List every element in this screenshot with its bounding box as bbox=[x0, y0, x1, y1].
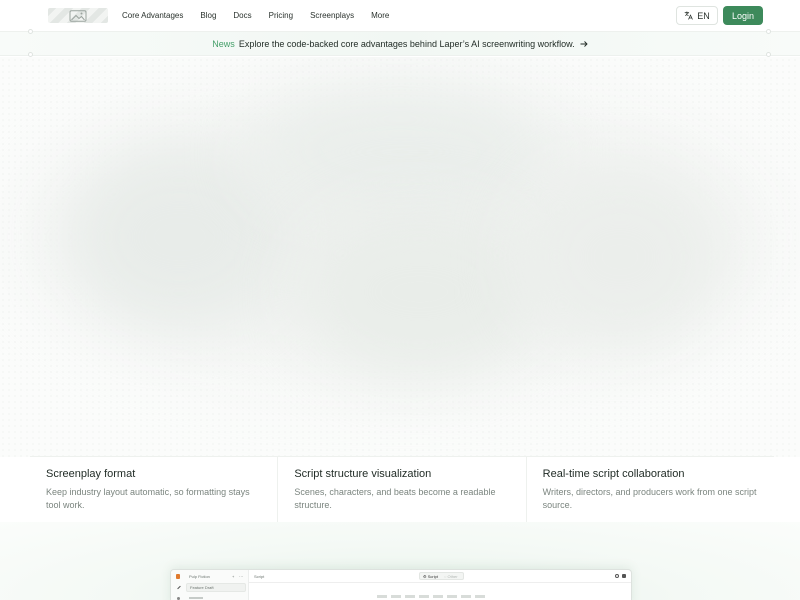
hero-blur-shape bbox=[250, 87, 550, 217]
login-button[interactable]: Login bbox=[723, 6, 763, 25]
feature-card: Screenplay format Keep industry layout a… bbox=[30, 457, 279, 522]
decorative-dot bbox=[28, 29, 33, 34]
feature-title: Screenplay format bbox=[46, 468, 136, 480]
feature-description: Scenes, characters, and beats become a r… bbox=[294, 487, 496, 510]
app-preview-section: Pulp Fiction + ⋯ Feature Draft Script ⚙ … bbox=[0, 522, 800, 600]
feature-description: Writers, directors, and producers work f… bbox=[542, 487, 757, 510]
settings-icon: ⚙ bbox=[423, 574, 427, 579]
feature-description: Keep industry layout automatic, so forma… bbox=[46, 487, 250, 510]
preview-sidebar: Pulp Fiction + ⋯ Feature Draft bbox=[171, 570, 249, 600]
sidebar-item-placeholder bbox=[189, 597, 203, 599]
app-logo-icon bbox=[176, 574, 180, 579]
app-preview-window: Pulp Fiction + ⋯ Feature Draft Script ⚙ … bbox=[170, 569, 632, 600]
feature-card: Real-time script collaboration Writers, … bbox=[527, 457, 774, 522]
decorative-dot bbox=[766, 29, 771, 34]
image-placeholder-icon bbox=[69, 9, 87, 22]
nav-link-screenplays[interactable]: Screenplays bbox=[310, 10, 354, 22]
feature-title: Script structure visualization bbox=[294, 468, 432, 480]
preview-tab-group: ⚙ Script ◌ Other bbox=[419, 572, 464, 580]
pen-icon bbox=[177, 585, 181, 590]
sidebar-item-label: Feature Draft bbox=[190, 585, 214, 590]
other-icon: ◌ bbox=[444, 574, 447, 579]
hero-blur-shape bbox=[70, 147, 290, 327]
language-button[interactable]: EN bbox=[676, 6, 718, 25]
preview-tab-title: Script bbox=[254, 574, 265, 579]
tab-other[interactable]: ◌ Other bbox=[444, 574, 458, 579]
nav-link-core-advantages[interactable]: Core Advantages bbox=[122, 10, 183, 22]
history-icon[interactable] bbox=[615, 574, 619, 578]
news-banner[interactable]: News Explore the code-backed core advant… bbox=[0, 32, 800, 56]
hero-blur-shape bbox=[300, 207, 540, 377]
sidebar-item-feature-draft[interactable]: Feature Draft bbox=[186, 583, 246, 592]
nav-link-blog[interactable]: Blog bbox=[200, 10, 216, 22]
translate-icon bbox=[684, 11, 694, 20]
share-icon[interactable] bbox=[622, 574, 626, 578]
main-nav: Core Advantages Blog Docs Pricing Screen… bbox=[122, 10, 406, 22]
nav-link-docs[interactable]: Docs bbox=[233, 10, 251, 22]
script-text-placeholder bbox=[377, 595, 487, 598]
news-tag: News bbox=[212, 38, 235, 49]
hero-blur-shape bbox=[520, 167, 720, 347]
feature-card: Script structure visualization Scenes, c… bbox=[278, 457, 527, 522]
news-text: Explore the code-backed core advantages … bbox=[238, 38, 575, 49]
feature-grid: Screenplay format Keep industry layout a… bbox=[30, 456, 774, 522]
arrow-right-icon bbox=[580, 40, 588, 48]
tab-script[interactable]: ⚙ Script bbox=[423, 574, 438, 579]
language-label: EN bbox=[697, 10, 710, 21]
toolbar-divider bbox=[249, 582, 631, 583]
hero-section bbox=[0, 57, 800, 457]
top-navbar: Core Advantages Blog Docs Pricing Screen… bbox=[0, 0, 800, 32]
more-icon: ⋯ bbox=[239, 574, 243, 579]
preview-editor: Script ⚙ Script ◌ Other bbox=[249, 570, 631, 600]
preview-project-name: Pulp Fiction bbox=[189, 574, 210, 579]
nav-link-pricing[interactable]: Pricing bbox=[269, 10, 293, 22]
nav-link-more[interactable]: More bbox=[371, 10, 389, 22]
plus-icon: + bbox=[232, 574, 235, 579]
logo[interactable] bbox=[48, 8, 108, 23]
feature-title: Real-time script collaboration bbox=[542, 468, 685, 480]
